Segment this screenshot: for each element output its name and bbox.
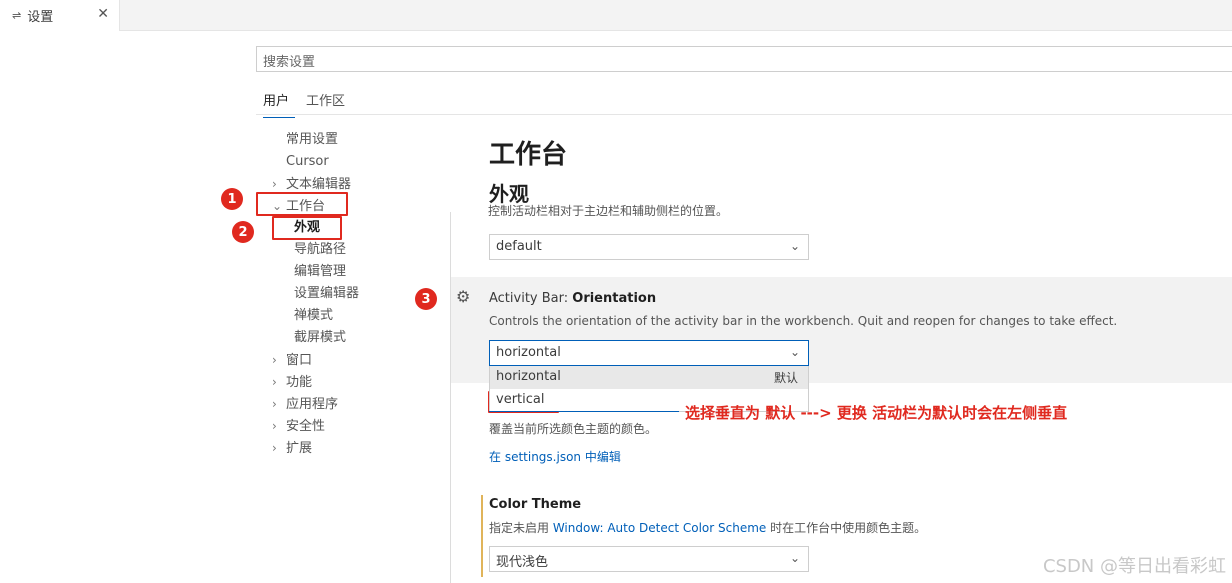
color-customizations-description: 覆盖当前所选颜色主题的颜色。 [489,422,658,436]
toc-item-application[interactable]: › 应用程序 [272,395,338,414]
setting-category: Activity Bar: [489,291,573,306]
chevron-right-icon: › [272,397,277,411]
chevron-right-icon: › [272,441,277,455]
select-value: horizontal [496,345,561,360]
color-theme-select[interactable]: 现代浅色 ⌄ [489,546,809,572]
scope-divider [256,114,1232,115]
toc-item-security[interactable]: › 安全性 [272,417,325,436]
chevron-down-icon: ⌄ [789,345,800,359]
page-title: 工作台 [489,140,568,170]
toc-label: 安全性 [286,419,326,434]
section-title: 外观 [489,182,529,206]
chevron-right-icon: › [272,177,277,191]
select-value: default [496,239,542,254]
chevron-right-icon: › [272,375,277,389]
edit-in-settings-json-link[interactable]: 在 settings.json 中编辑 [489,448,621,465]
prev-setting-description: 控制活动栏相对于主边栏和辅助侧栏的位置。 [488,204,729,216]
prev-setting-select[interactable]: default ⌄ [489,234,809,260]
settings-icon: ⇌ [12,9,22,22]
chevron-down-icon: ⌄ [789,239,800,253]
step-badge-1: 1 [221,188,243,210]
toc-item-features[interactable]: › 功能 [272,373,312,392]
color-theme-description: 指定未启用 Window: Auto Detect Color Scheme 时… [489,519,926,536]
tab-title: 设置 [27,10,54,25]
editor-tab-bar: ⇌ 设置 ✕ [0,0,1232,31]
toc-item-breadcrumbs[interactable]: 导航路径 [294,241,346,259]
chevron-down-icon: ⌄ [789,551,800,565]
desc-text: 指定未启用 [489,521,553,535]
orientation-select[interactable]: horizontal ⌄ [489,340,809,366]
annotation-text: 选择垂直为 默认 ---> 更换 活动栏为默认时会在左侧垂直 [685,404,1068,422]
gear-icon[interactable]: ⚙ [456,287,470,306]
annotation-box-workbench [256,192,348,216]
chevron-right-icon: › [272,419,277,433]
toc-label: 文本编辑器 [286,177,352,192]
close-icon[interactable]: ✕ [97,6,109,22]
option-label: vertical [496,392,545,407]
toc-item-cursor[interactable]: Cursor [286,153,329,171]
toc-label: 窗口 [286,353,313,368]
toc-label: 应用程序 [286,397,339,412]
setting-title: Activity Bar: Orientation [489,291,656,306]
annotation-box-appearance [272,216,342,240]
default-tag: 默认 [773,371,798,385]
setting-description: Controls the orientation of the activity… [489,314,1118,328]
desc-text: 时在工作台中使用颜色主题。 [766,521,927,535]
setting-name: Orientation [572,291,657,306]
toc-item-screencast-mode[interactable]: 截屏模式 [294,329,346,347]
modified-indicator [481,495,483,577]
toc-item-settings-editor[interactable]: 设置编辑器 [294,285,359,303]
chevron-right-icon: › [272,353,277,367]
auto-detect-link[interactable]: Window: Auto Detect Color Scheme [553,521,766,535]
color-theme-title: Color Theme [489,497,582,512]
toc-item-window[interactable]: › 窗口 [272,351,312,370]
select-value: 现代浅色 [496,555,549,570]
toc-item-editor-management[interactable]: 编辑管理 [294,263,346,281]
step-badge-3: 3 [415,288,437,310]
toc-item-zen-mode[interactable]: 禅模式 [294,307,333,325]
search-input[interactable]: 搜索设置 [256,46,1232,72]
content-divider [450,212,451,583]
settings-tab[interactable]: ⇌ 设置 ✕ [0,0,120,31]
tab-workspace[interactable]: 工作区 [306,90,345,117]
option-horizontal[interactable]: horizontal 默认 [490,366,808,389]
watermark: CSDN @等日出看彩虹 [1042,556,1226,577]
option-label: horizontal [496,369,561,384]
toc-item-extensions[interactable]: › 扩展 [272,439,312,458]
toc-label: 扩展 [286,441,313,456]
toc-label: 功能 [286,375,313,390]
toc-item-common[interactable]: 常用设置 [286,131,338,149]
step-badge-2: 2 [232,221,254,243]
link-underline [489,411,679,412]
